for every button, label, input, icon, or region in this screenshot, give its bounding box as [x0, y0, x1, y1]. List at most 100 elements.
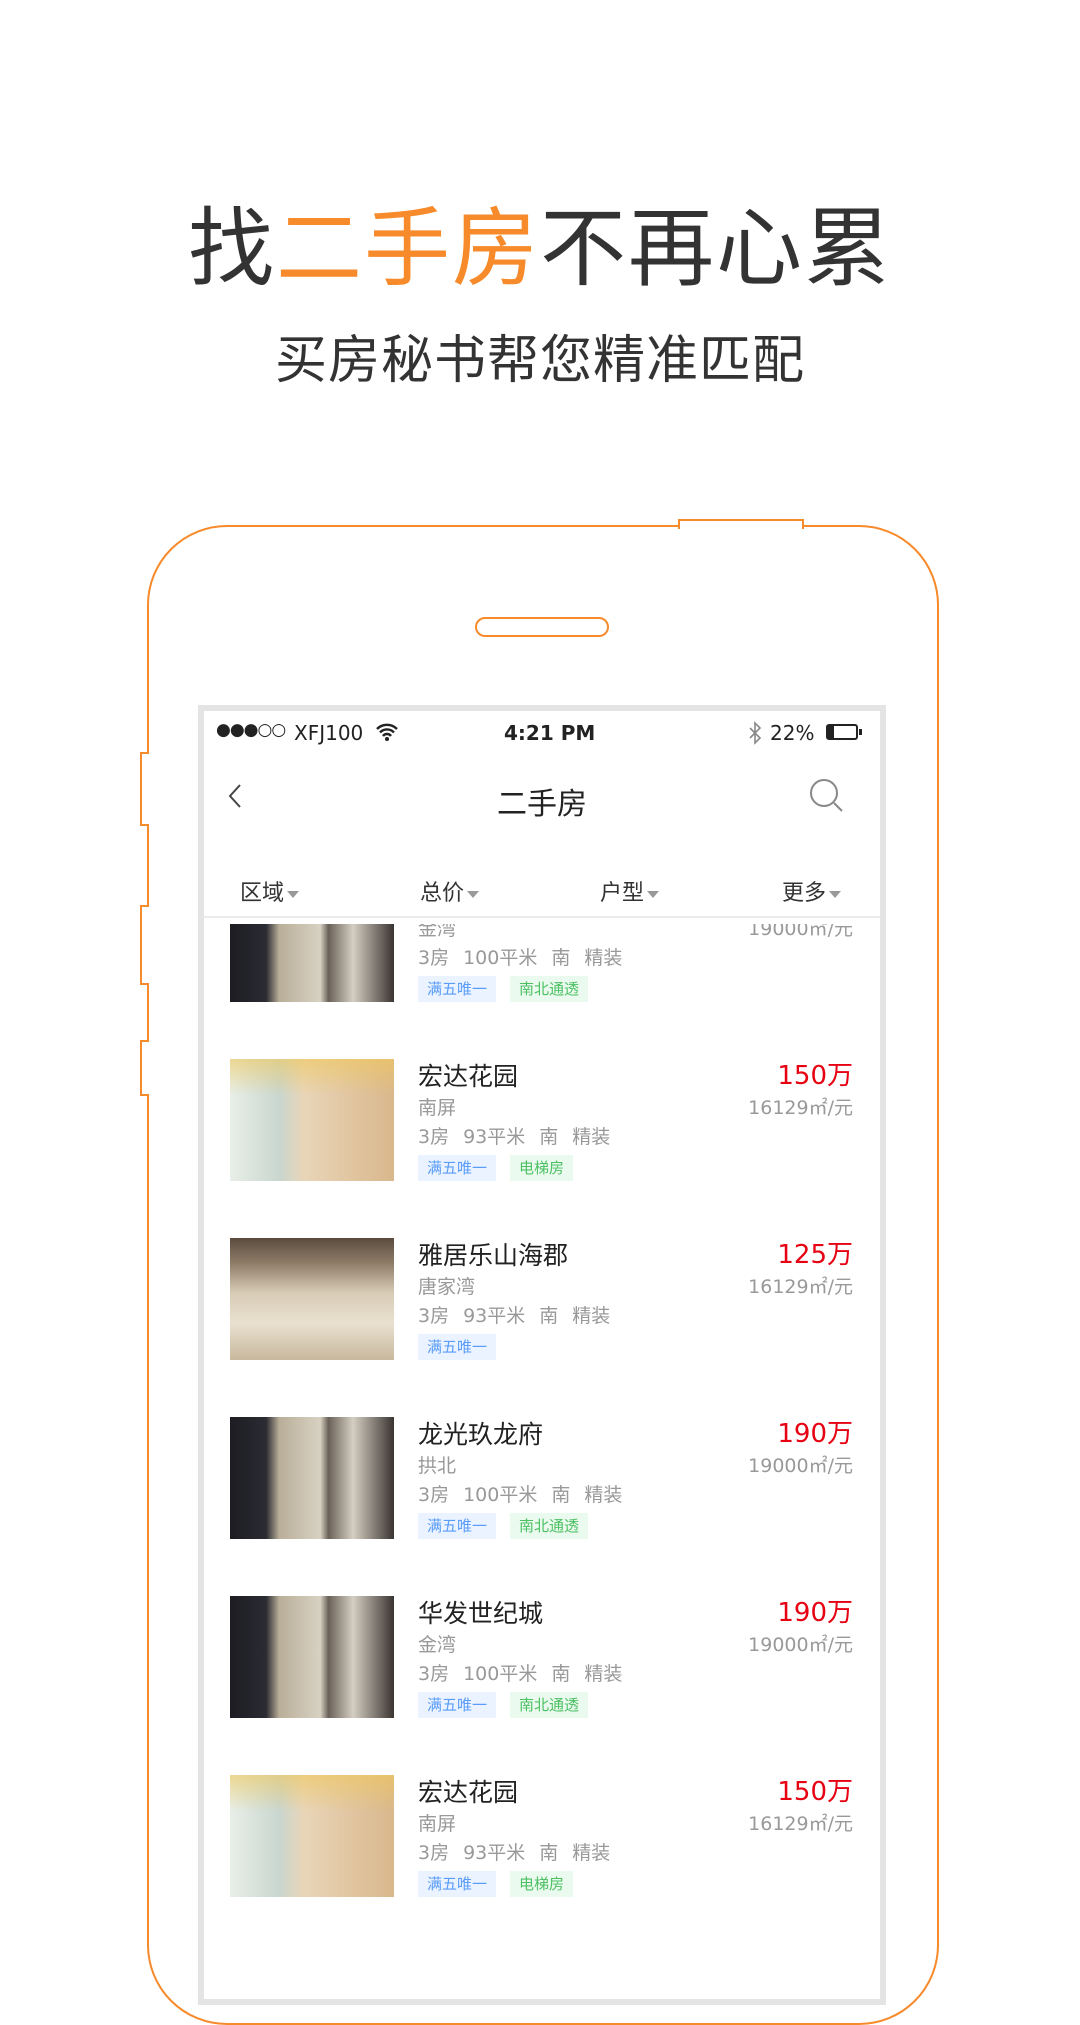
rooms: 3房 — [418, 1126, 450, 1148]
listing-specs: 3房 100平米南精装 — [418, 943, 636, 970]
feature-tag: 满五唯一 — [418, 1155, 497, 1181]
listing-item[interactable]: 华发世纪城 金湾 3房100平米南精装 满五唯一南北通透 190万 19000㎡… — [204, 1596, 880, 1746]
listing-price: 190万 — [777, 1419, 853, 1449]
phone-mute-switch — [140, 752, 149, 826]
listing-title: 宏达花园 — [418, 1062, 519, 1091]
caret-down-icon — [287, 890, 300, 898]
caret-down-icon — [467, 890, 480, 898]
unit-price: 19000㎡/元 — [748, 1455, 853, 1477]
tag-list: 满五唯一 南北通透 — [418, 1513, 589, 1539]
listing-specs: 3房 93平米南精装 — [418, 1838, 624, 1865]
phone-volume-down — [140, 1040, 149, 1096]
listing-district: 金湾 — [418, 924, 457, 940]
tag-list: 满五唯一 南北通透 — [418, 976, 589, 1002]
caret-down-icon — [829, 890, 842, 898]
decoration: 精装 — [572, 1842, 611, 1864]
rooms: 3房 — [418, 947, 450, 969]
phone-power-button — [678, 519, 804, 529]
listing-list[interactable]: 华发世纪城 金湾 3房100平米南精装 满五唯一南北通透 190万 19000㎡… — [204, 924, 880, 1999]
caret-down-icon — [647, 890, 660, 898]
feature-tag: 南北通透 — [510, 1692, 589, 1718]
filter-price[interactable]: 总价 — [420, 875, 480, 907]
promo-subtitle: 买房秘书帮您精准匹配 — [274, 331, 805, 391]
filter-more[interactable]: 更多 — [782, 875, 842, 907]
unit-price: 16129㎡/元 — [748, 1276, 853, 1298]
decoration: 精装 — [584, 1663, 623, 1685]
listing-item[interactable]: 宏达花园 南屏 3房 93平米南精装 满五唯一 电梯房 150万 16129㎡/元 — [204, 1059, 880, 1209]
filter-bar: 区域 总价 户型 更多 — [204, 847, 880, 918]
headline-text: 不再心累 — [540, 199, 892, 299]
nav-bar: 二手房 — [204, 757, 880, 847]
listing-price: 150万 — [777, 1061, 853, 1091]
search-icon[interactable] — [808, 777, 846, 815]
bluetooth-icon — [749, 721, 762, 745]
listing-title: 华发世纪城 — [418, 1599, 544, 1628]
unit-price: 19000㎡/元 — [748, 1634, 853, 1656]
filter-label: 户型 — [600, 881, 645, 906]
headline-highlight: 二手房 — [276, 199, 540, 299]
area: 100平米 — [463, 1663, 538, 1685]
feature-tag: 满五唯一 — [418, 1334, 497, 1360]
feature-tag: 电梯房 — [510, 1155, 574, 1181]
listing-title: 宏达花园 — [418, 1778, 519, 1807]
orientation: 南 — [539, 1305, 559, 1327]
filter-layout[interactable]: 户型 — [600, 875, 660, 907]
phone-speaker — [475, 617, 609, 637]
listing-photo — [230, 1059, 394, 1181]
tag-list: 满五唯一 电梯房 — [418, 1871, 574, 1897]
listing-district: 拱北 — [418, 1455, 457, 1477]
filter-label: 区域 — [240, 881, 285, 906]
unit-price: 16129㎡/元 — [748, 1097, 853, 1119]
carrier: XFJ100 — [294, 721, 364, 745]
decoration: 精装 — [572, 1305, 611, 1327]
phone-volume-up — [140, 905, 149, 985]
listing-photo — [230, 1775, 394, 1897]
listing-price: 150万 — [777, 1777, 853, 1807]
listing-specs: 3房 100平米南精装 — [418, 1480, 636, 1507]
clock: 4:21 PM — [504, 721, 596, 745]
area: 93平米 — [463, 1305, 526, 1327]
rooms: 3房 — [418, 1663, 450, 1685]
listing-item[interactable]: 龙光玖龙府 拱北 3房 100平米南精装 满五唯一 南北通透 190万 19000㎡… — [204, 1417, 880, 1567]
listing-price: 190万 — [777, 1598, 853, 1628]
orientation: 南 — [551, 947, 571, 969]
tag-list: 满五唯一 南北通透 — [418, 1692, 589, 1718]
listing-specs: 3房 93平米南精装 — [418, 1301, 624, 1328]
headline-text: 找 — [188, 199, 276, 299]
listing-item[interactable]: 宏达花园 南屏 3房 93平米南精装 满五唯一 电梯房 150万 16129㎡/元 — [204, 1775, 880, 1925]
decoration: 精装 — [584, 947, 623, 969]
wifi-icon — [376, 723, 398, 741]
listing-title: 雅居乐山海郡 — [418, 1241, 569, 1270]
listing-photo — [230, 1238, 394, 1360]
battery-icon — [826, 724, 858, 740]
feature-tag: 满五唯一 — [418, 976, 497, 1002]
filter-label: 总价 — [420, 881, 465, 906]
decoration: 精装 — [584, 1484, 623, 1506]
listing-item[interactable]: 华发世纪城 金湾 3房100平米南精装 满五唯一南北通透 190万 19000㎡… — [204, 924, 880, 1030]
tag-list: 满五唯一 — [418, 1334, 497, 1360]
filter-area[interactable]: 区域 — [240, 875, 300, 907]
battery-percent: 22% — [770, 721, 815, 745]
listing-specs: 3房 100平米南精装 — [418, 1659, 636, 1686]
feature-tag: 满五唯一 — [418, 1871, 497, 1897]
area: 100平米 — [463, 947, 538, 969]
orientation: 南 — [551, 1484, 571, 1506]
tag-list: 满五唯一 电梯房 — [418, 1155, 574, 1181]
orientation: 南 — [539, 1126, 559, 1148]
unit-price: 19000㎡/元 — [748, 924, 853, 940]
rooms: 3房 — [418, 1305, 450, 1327]
unit-price: 16129㎡/元 — [748, 1813, 853, 1835]
feature-tag: 满五唯一 — [418, 1513, 497, 1539]
listing-item[interactable]: 雅居乐山海郡 唐家湾 3房 93平米南精装 满五唯一 125万 16129㎡/元 — [204, 1238, 880, 1388]
listing-photo — [230, 924, 394, 1002]
area: 93平米 — [463, 1126, 526, 1148]
feature-tag: 满五唯一 — [418, 1692, 497, 1718]
listing-district: 唐家湾 — [418, 1276, 476, 1298]
rooms: 3房 — [418, 1842, 450, 1864]
listing-photo — [230, 1596, 394, 1718]
status-bar: ●●●○○ XFJ100 4:21 PM 22% — [204, 711, 880, 757]
listing-price: 125万 — [777, 1240, 853, 1270]
listing-photo — [230, 1417, 394, 1539]
feature-tag: 南北通透 — [510, 1513, 589, 1539]
orientation: 南 — [539, 1842, 559, 1864]
